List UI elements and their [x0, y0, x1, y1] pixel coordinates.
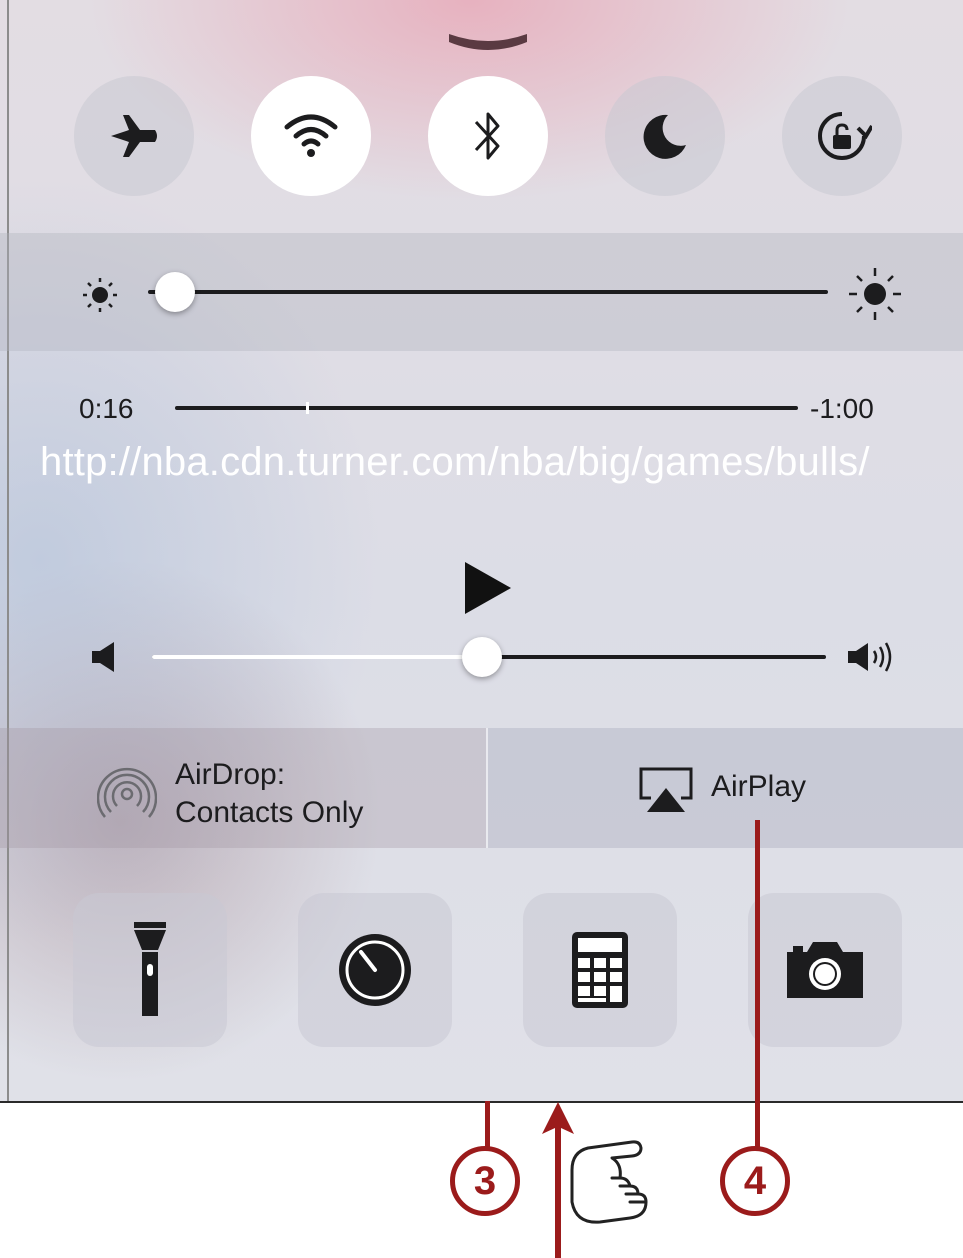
- timer-icon: [339, 934, 411, 1006]
- airplane-icon: [111, 115, 157, 157]
- callout-3: 3: [450, 1146, 520, 1216]
- calculator-button[interactable]: [523, 893, 677, 1047]
- panel-edge: [7, 0, 9, 1101]
- pointing-hand-icon: [570, 1140, 648, 1224]
- airplay-label: AirPlay: [711, 770, 807, 803]
- airdrop-title: AirDrop:: [175, 758, 286, 791]
- airdrop-icon: [97, 767, 157, 818]
- wifi-icon: [284, 114, 338, 157]
- elapsed-time: 0:16: [79, 393, 134, 424]
- remaining-time: -1:00: [810, 393, 874, 424]
- control-center: 0:16 -1:00 http://nba.cdn.turner.com/nba…: [0, 0, 963, 1103]
- calculator-icon: [572, 932, 628, 1008]
- wifi-toggle[interactable]: [251, 76, 371, 196]
- brightness-slider[interactable]: [148, 290, 828, 294]
- moon-icon: [643, 114, 686, 159]
- bluetooth-toggle[interactable]: [428, 76, 548, 196]
- bluetooth-icon: [474, 112, 500, 160]
- airdrop-label: AirDrop: Contacts Only: [175, 756, 363, 832]
- do-not-disturb-toggle[interactable]: [605, 76, 725, 196]
- callout-4: 4: [720, 1146, 790, 1216]
- callout-3-leader: [485, 1101, 490, 1147]
- flashlight-button[interactable]: [73, 893, 227, 1047]
- airplay-icon: [639, 767, 693, 812]
- grabber-chevron-icon[interactable]: [443, 22, 533, 56]
- brightness-low-icon: [83, 278, 117, 312]
- flashlight-icon: [134, 922, 166, 1016]
- playback-position-marker[interactable]: [305, 402, 309, 414]
- volume-high-icon: [848, 642, 892, 672]
- volume-low-icon: [92, 642, 114, 672]
- play-icon[interactable]: [463, 560, 513, 616]
- airdrop-mode: Contacts Only: [175, 796, 364, 829]
- camera-button[interactable]: [748, 893, 902, 1047]
- playback-scrubber[interactable]: [175, 406, 798, 410]
- rotation-lock-icon: [818, 112, 872, 160]
- callout-4-leader: [755, 820, 760, 1148]
- timer-button[interactable]: [298, 893, 452, 1047]
- volume-slider-thumb[interactable]: [462, 637, 503, 677]
- volume-slider-fill: [152, 655, 483, 659]
- now-playing-title: http://nba.cdn.turner.com/nba/big/games/…: [40, 440, 870, 484]
- brightness-high-icon: [849, 268, 901, 320]
- brightness-slider-thumb[interactable]: [155, 272, 196, 312]
- camera-icon: [787, 942, 863, 998]
- airplane-mode-toggle[interactable]: [74, 76, 194, 196]
- rotation-lock-toggle[interactable]: [782, 76, 902, 196]
